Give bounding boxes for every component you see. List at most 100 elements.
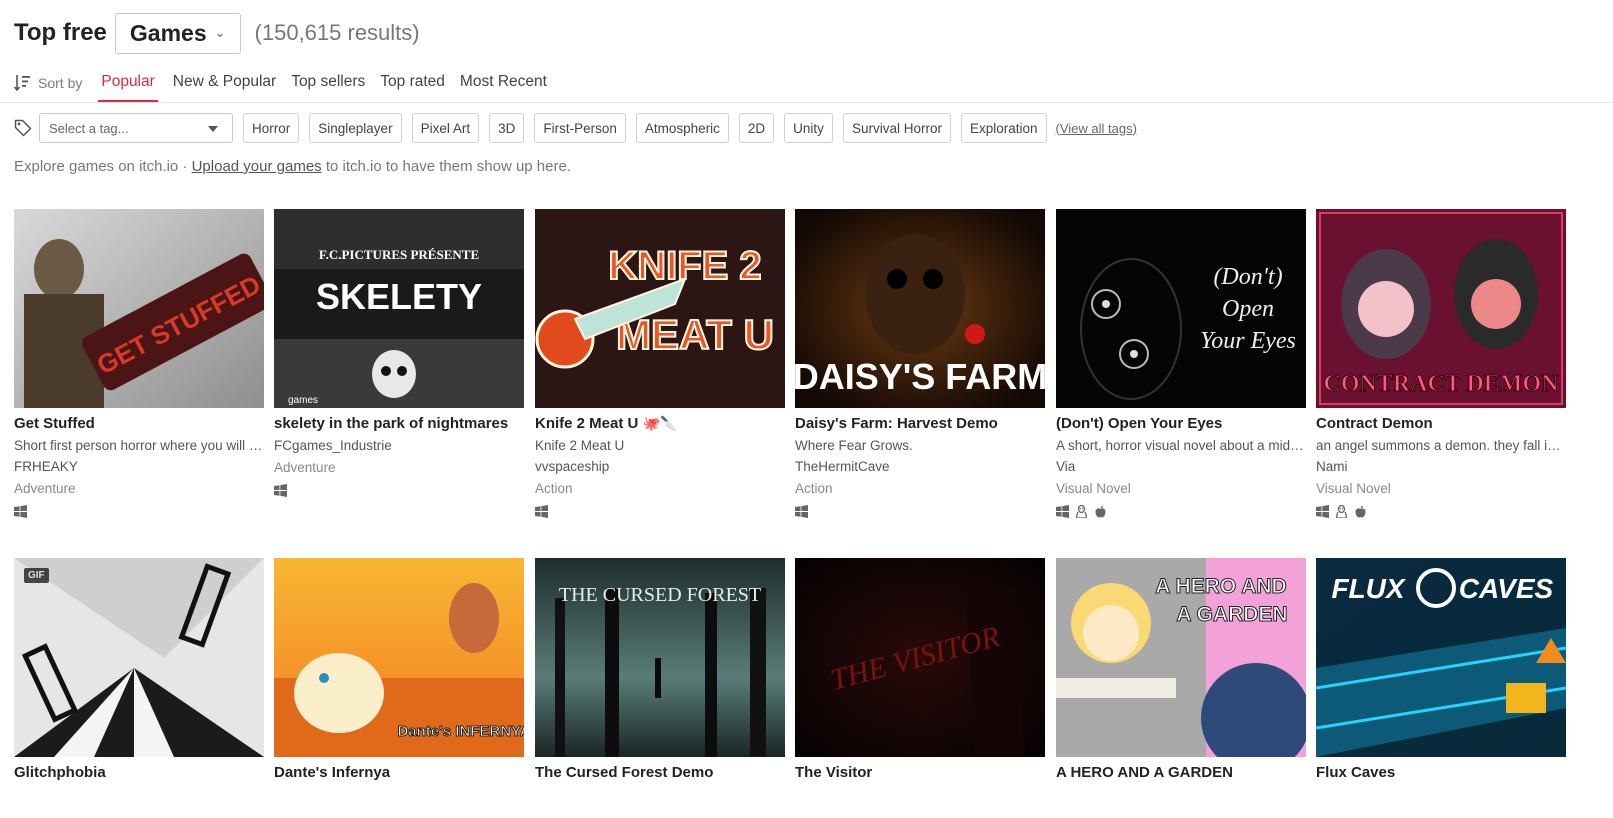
game-cell: F.C.PICTURES PRÉSENTE SKELETY games skel…: [274, 209, 524, 497]
page-header: Top free Games ⌄ (150,615 results): [14, 12, 420, 54]
tag-chip-exploration[interactable]: Exploration: [960, 113, 1047, 143]
thumb-title: THE CURSED FOREST: [559, 584, 761, 606]
game-author[interactable]: Nami: [1316, 459, 1566, 477]
game-cell: DAISY'S FARM Daisy's Farm: Harvest Demo …: [795, 209, 1045, 518]
tag-chip-pixel-art[interactable]: Pixel Art: [411, 113, 480, 143]
game-thumbnail[interactable]: THE VISITOR: [795, 558, 1045, 757]
tag-chip-atmospheric[interactable]: Atmospheric: [635, 113, 729, 143]
windows-icon: [795, 504, 808, 518]
game-cell: A HERO AND A GARDEN A HERO AND A GARDEN: [1056, 558, 1306, 783]
game-author[interactable]: vvspaceship: [535, 459, 785, 477]
game-description: A short, horror visual novel about a mid…: [1056, 438, 1306, 453]
tag-chip-horror[interactable]: Horror: [243, 113, 300, 143]
tag-chip-survival-horror[interactable]: Survival Horror: [842, 113, 951, 143]
game-author[interactable]: TheHermitCave: [795, 459, 1045, 477]
game-title[interactable]: Glitchphobia: [14, 764, 264, 783]
tag-select-placeholder: Select a tag...: [49, 120, 129, 136]
game-thumbnail[interactable]: DAISY'S FARM: [795, 209, 1045, 408]
game-thumbnail[interactable]: GIF: [14, 558, 264, 757]
tag-chip-first-person[interactable]: First-Person: [534, 113, 626, 143]
windows-icon: [14, 504, 27, 518]
thumb-subtitle: F.C.PICTURES PRÉSENTE: [319, 247, 479, 262]
game-cell: THE VISITOR The Visitor: [795, 558, 1045, 783]
game-description: Where Fear Grows.: [795, 438, 913, 453]
game-thumbnail[interactable]: KNIFE 2 MEAT U: [535, 209, 785, 408]
game-author[interactable]: Via: [1056, 459, 1306, 477]
tag-chip-3d[interactable]: 3D: [489, 113, 525, 143]
thumb-title: A HERO AND: [1155, 575, 1286, 598]
sort-tab-new-popular[interactable]: New & Popular: [173, 66, 276, 103]
tag-chip-2d[interactable]: 2D: [738, 113, 775, 143]
game-title[interactable]: A HERO AND A GARDEN: [1056, 764, 1306, 783]
game-title[interactable]: Contract Demon: [1316, 415, 1566, 434]
category-dropdown[interactable]: Games ⌄: [114, 12, 241, 54]
game-cell: THE CURSED FOREST The Cursed Forest Demo: [535, 558, 785, 783]
sort-bar: Sort by Popular New & Popular Top seller…: [13, 66, 547, 103]
view-all-tags-link[interactable]: (View all tags): [1056, 121, 1137, 136]
windows-icon: [274, 483, 287, 497]
platform-list: [14, 504, 264, 518]
explore-prefix: Explore games on itch.io ·: [14, 158, 192, 175]
thumb-title: CONTRACT DEMON: [1324, 371, 1560, 397]
game-genre: Adventure: [274, 460, 336, 475]
game-title[interactable]: Knife 2 Meat U 🐙🔪: [535, 415, 785, 434]
game-title-text: Knife 2 Meat U: [535, 415, 639, 432]
explore-text: Explore games on itch.io · Upload your g…: [14, 158, 571, 175]
platform-list: [1316, 504, 1566, 519]
game-title[interactable]: Daisy's Farm: Harvest Demo: [795, 415, 1045, 434]
game-thumbnail[interactable]: GET STUFFED: [14, 209, 264, 408]
game-title[interactable]: Dante's Infernya: [274, 764, 524, 783]
game-thumbnail[interactable]: FLUX CAVES: [1316, 558, 1566, 757]
sort-icon: [13, 74, 30, 92]
explore-suffix: to itch.io to have them show up here.: [321, 158, 571, 175]
game-title[interactable]: (Don't) Open Your Eyes: [1056, 415, 1306, 434]
results-count: (150,615 results): [254, 20, 420, 45]
sort-tab-top-rated[interactable]: Top rated: [380, 66, 445, 103]
sort-tab-top-sellers[interactable]: Top sellers: [291, 66, 365, 103]
divider: [0, 102, 1613, 103]
game-thumbnail[interactable]: THE CURSED FOREST: [535, 558, 785, 757]
game-thumbnail[interactable]: Dante's INFERNYA: [274, 558, 524, 757]
thumb-title: FLUX: [1331, 573, 1406, 604]
windows-icon: [1056, 504, 1069, 518]
thumb-badge: games: [288, 395, 318, 406]
game-cell: Dante's INFERNYA Dante's Infernya: [274, 558, 524, 783]
game-title[interactable]: The Visitor: [795, 764, 1045, 783]
tag-select-dropdown[interactable]: Select a tag...: [39, 113, 233, 143]
upload-games-link[interactable]: Upload your games: [192, 158, 322, 175]
game-author[interactable]: FRHEAKY: [14, 459, 264, 477]
game-title[interactable]: The Cursed Forest Demo: [535, 764, 785, 783]
thumb-title: Dante's INFERNYA: [397, 723, 524, 740]
tag-icon: [14, 119, 32, 137]
game-title[interactable]: Flux Caves: [1316, 764, 1566, 783]
game-cell: (Don't) Open Your Eyes (Don't) Open Your…: [1056, 209, 1306, 519]
thumb-title: SKELETY: [316, 276, 482, 317]
thumb-title: (Don't): [1213, 264, 1282, 290]
page-title: Top free: [14, 19, 107, 46]
tag-chip-singleplayer[interactable]: Singleplayer: [309, 113, 402, 143]
game-description: Knife 2 Meat U: [535, 438, 625, 453]
apple-icon: [1354, 505, 1367, 518]
game-thumbnail[interactable]: A HERO AND A GARDEN: [1056, 558, 1306, 757]
platform-list: [535, 504, 785, 518]
game-description: Short first person horror where you will…: [14, 438, 264, 453]
sort-tab-popular[interactable]: Popular: [98, 66, 158, 103]
game-title[interactable]: skelety in the park of nightmares: [274, 415, 524, 434]
tag-filter-row: Select a tag... Horror Singleplayer Pixe…: [14, 113, 1137, 143]
sort-label: Sort by: [38, 75, 83, 91]
sort-tab-most-recent[interactable]: Most Recent: [460, 66, 547, 103]
thumb-title: DAISY'S FARM: [795, 356, 1045, 397]
game-thumbnail[interactable]: CONTRACT DEMON: [1316, 209, 1566, 408]
gif-badge: GIF: [24, 568, 49, 583]
platform-list: [1056, 504, 1306, 519]
game-title[interactable]: Get Stuffed: [14, 415, 264, 434]
game-cell: KNIFE 2 MEAT U Knife 2 Meat U 🐙🔪 Knife 2…: [535, 209, 785, 518]
apple-icon: [1094, 505, 1107, 518]
caret-down-icon: [208, 126, 218, 132]
game-thumbnail[interactable]: (Don't) Open Your Eyes: [1056, 209, 1306, 408]
game-thumbnail[interactable]: F.C.PICTURES PRÉSENTE SKELETY games: [274, 209, 524, 408]
linux-icon: [1335, 504, 1348, 519]
tag-chip-unity[interactable]: Unity: [784, 113, 833, 143]
category-label: Games: [129, 19, 207, 46]
game-author[interactable]: FCgames_Industrie: [274, 438, 524, 456]
